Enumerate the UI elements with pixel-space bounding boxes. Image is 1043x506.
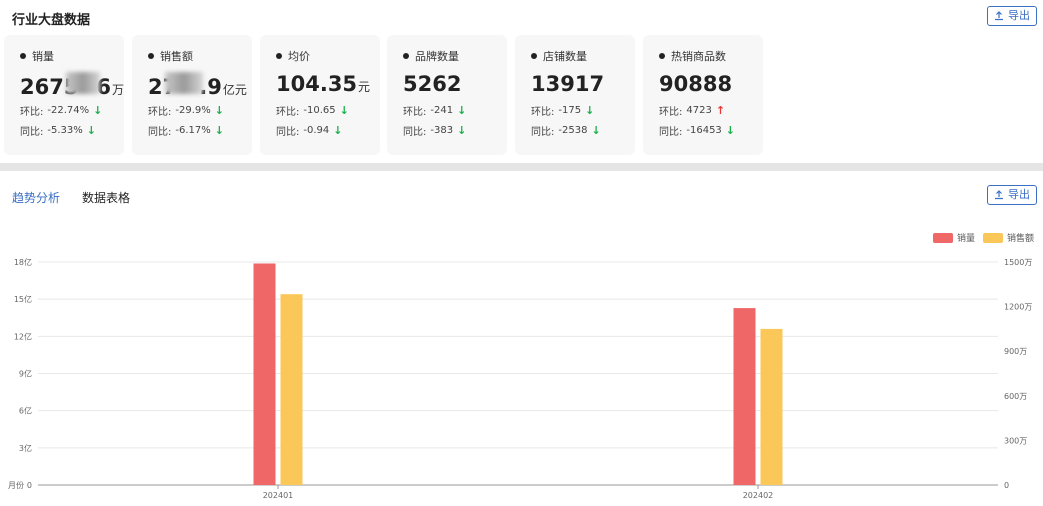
left-tick-label: 18亿 [14,257,32,267]
left-tick-label: 6亿 [19,406,32,416]
left-tick-label: 3亿 [19,443,32,453]
x-tick-label: 202402 [743,491,774,500]
x-tick-label: 202401 [263,491,294,500]
right-tick-label: 300万 [1004,436,1027,445]
bar-chart: 03亿6亿9亿12亿15亿18亿月份 0300万600万900万1200万1500… [8,257,1032,500]
left-tick-label: 0 [27,481,32,490]
bar-sales-amount [280,294,303,485]
right-tick-label: 1500万 [1004,258,1032,267]
bar-sales-volume [253,263,276,485]
left-tick-label: 12亿 [14,331,32,341]
left-tick-label: 9亿 [19,369,32,379]
left-axis-title: 月份 [8,480,24,490]
right-tick-label: 0 [1004,481,1009,490]
right-tick-label: 600万 [1004,392,1027,401]
left-tick-label: 15亿 [14,294,32,304]
bar-sales-amount [760,328,783,485]
bar-sales-volume [733,308,756,485]
right-tick-label: 900万 [1004,347,1027,356]
right-tick-label: 1200万 [1004,303,1032,312]
